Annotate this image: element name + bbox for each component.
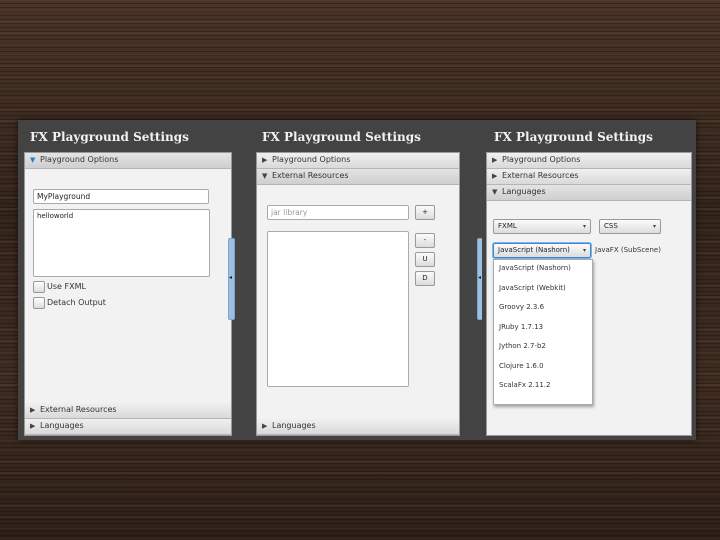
combo-value: FXML [498, 222, 517, 230]
javafx-subscene-label: JavaFX (SubScene) [595, 246, 661, 254]
collapsed-arrow-icon: ▶ [492, 172, 498, 180]
dropdown-option[interactable]: JavaScript (Nashorn) [499, 264, 571, 272]
section-label: External Resources [40, 405, 117, 414]
panel-title: FX Playground Settings [262, 130, 421, 144]
playground-name-field[interactable]: MyPlayground [33, 189, 209, 204]
panel-title: FX Playground Settings [30, 130, 189, 144]
section-external-resources[interactable]: ▶ External Resources [487, 169, 691, 185]
fxml-combo[interactable]: FXML ▾ [493, 219, 591, 234]
section-label: External Resources [272, 171, 349, 180]
screenshot-collage: FX Playground Settings ▼ Playground Opti… [18, 120, 696, 440]
expanded-arrow-icon: ▼ [492, 188, 498, 196]
settings-panel-3: FX Playground Settings ▶ Playground Opti… [482, 120, 696, 440]
dropdown-arrow-icon: ▾ [582, 223, 586, 230]
settings-panel-1: FX Playground Settings ▼ Playground Opti… [18, 120, 235, 440]
jar-list[interactable] [267, 231, 409, 387]
settings-panel-2: FX Playground Settings ▶ Playground Opti… [250, 120, 484, 440]
accordion: ▶ Playground Options ▼ External Resource… [256, 152, 460, 436]
section-label: Playground Options [272, 155, 351, 164]
move-up-button[interactable]: U [415, 252, 435, 267]
section-label: Languages [502, 187, 546, 196]
section-playground-options[interactable]: ▶ Playground Options [257, 153, 459, 169]
section-label: External Resources [502, 171, 579, 180]
textarea-value: helloworld [37, 212, 74, 220]
css-combo[interactable]: CSS ▾ [599, 219, 661, 234]
button-label: + [422, 208, 428, 216]
accordion: ▼ Playground Options MyPlayground hellow… [24, 152, 232, 436]
combo-value: CSS [604, 222, 618, 230]
section-label: Languages [40, 421, 84, 430]
section-external-resources[interactable]: ▼ External Resources [257, 169, 459, 185]
panel-title: FX Playground Settings [494, 130, 653, 144]
expanded-arrow-icon: ▼ [262, 172, 268, 180]
use-fxml-label: Use FXML [47, 282, 86, 291]
move-down-button[interactable]: D [415, 271, 435, 286]
dropdown-option[interactable]: ScalaFx 2.11.2 [499, 381, 550, 389]
dropdown-option[interactable]: Jython 2.7-b2 [499, 342, 546, 350]
jar-library-field[interactable]: jar library [267, 205, 409, 220]
use-fxml-checkbox[interactable] [33, 281, 45, 293]
collapsed-arrow-icon: ▶ [262, 156, 268, 164]
collapsed-arrow-icon: ▶ [262, 422, 268, 430]
handle-arrow-icon: ◂ [229, 274, 233, 281]
collapsed-arrow-icon: ▶ [30, 422, 36, 430]
section-languages[interactable]: ▼ Languages [487, 185, 691, 201]
combo-value: JavaScript (Nashorn) [498, 246, 570, 254]
section-languages[interactable]: ▶ Languages [25, 419, 231, 435]
detach-output-label: Detach Output [47, 298, 106, 307]
button-label: U [422, 255, 428, 263]
section-label: Languages [272, 421, 316, 430]
button-label: - [423, 236, 427, 244]
dropdown-option[interactable]: JavaScript (Webkit) [499, 284, 566, 292]
collapsed-arrow-icon: ▶ [492, 156, 498, 164]
dropdown-arrow-icon: ▾ [582, 247, 586, 254]
expanded-arrow-icon: ▼ [30, 156, 36, 164]
dropdown-option[interactable]: Groovy 2.3.6 [499, 303, 544, 311]
dropdown-option[interactable]: Clojure 1.6.0 [499, 362, 544, 370]
accordion: ▶ Playground Options ▶ External Resource… [486, 152, 692, 436]
button-label: D [422, 274, 428, 282]
description-textarea[interactable]: helloworld [33, 209, 210, 277]
section-label: Playground Options [40, 155, 119, 164]
dropdown-option[interactable]: JRuby 1.7.13 [499, 323, 543, 331]
add-jar-button[interactable]: + [415, 205, 435, 220]
language-dropdown-list: JavaScript (Nashorn) JavaScript (Webkit)… [493, 259, 593, 405]
section-external-resources[interactable]: ▶ External Resources [25, 403, 231, 419]
dropdown-arrow-icon: ▾ [652, 223, 656, 230]
language-combo[interactable]: JavaScript (Nashorn) ▾ [493, 243, 591, 258]
remove-jar-button[interactable]: - [415, 233, 435, 248]
section-label: Playground Options [502, 155, 581, 164]
section-playground-options[interactable]: ▼ Playground Options [25, 153, 231, 169]
placeholder-text: jar library [271, 208, 308, 217]
field-value: MyPlayground [37, 192, 91, 201]
section-playground-options[interactable]: ▶ Playground Options [487, 153, 691, 169]
handle-arrow-icon: ◂ [478, 274, 482, 281]
detach-output-checkbox[interactable] [33, 297, 45, 309]
collapsed-arrow-icon: ▶ [30, 406, 36, 414]
section-languages[interactable]: ▶ Languages [257, 419, 459, 435]
